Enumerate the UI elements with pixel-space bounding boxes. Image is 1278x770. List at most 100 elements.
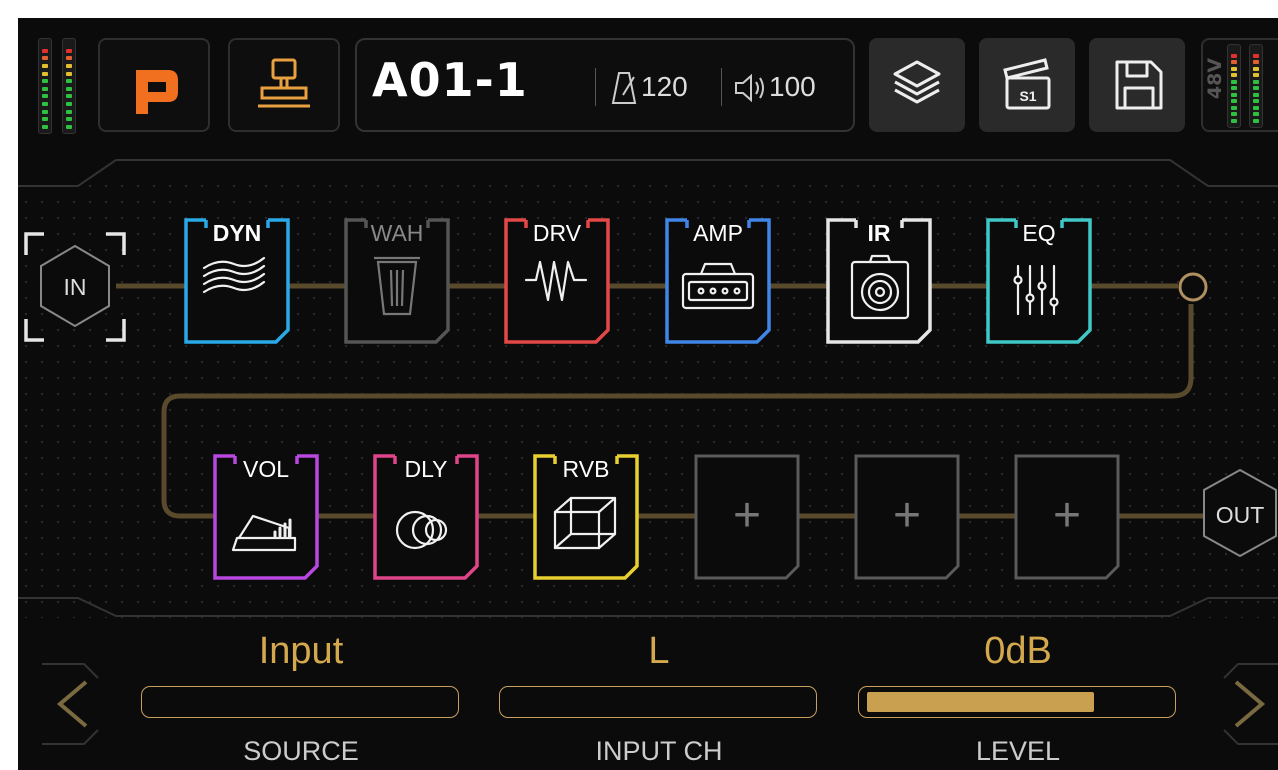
meter-segment — [1231, 53, 1237, 58]
add-block-icon: + — [1052, 489, 1082, 542]
meter-segment — [1253, 53, 1259, 58]
level-slider[interactable] — [858, 686, 1176, 718]
meter-segment — [66, 56, 72, 61]
input-ch-slider[interactable] — [499, 686, 817, 718]
block-wah[interactable]: WAH — [344, 218, 450, 344]
meter-segment — [42, 109, 48, 114]
input-level-meter-right — [62, 38, 76, 134]
meter-segment — [66, 109, 72, 114]
meter-segment — [42, 79, 48, 84]
meter-segment — [1231, 73, 1237, 78]
patch-display[interactable]: A01-1 120 100 — [355, 38, 855, 132]
meter-segment — [1231, 105, 1237, 110]
meter-segment — [1231, 86, 1237, 91]
source-slider[interactable] — [141, 686, 459, 718]
meter-segment — [42, 48, 48, 53]
input-level-meter-left — [38, 38, 52, 134]
input-ch-value: L — [648, 630, 670, 672]
next-page-button[interactable] — [1206, 660, 1278, 760]
preset-logo-button[interactable] — [98, 38, 210, 132]
input-label[interactable]: IN — [45, 274, 105, 301]
meter-segment — [1253, 86, 1259, 91]
meter-segment — [42, 71, 48, 76]
empty-slot[interactable]: + — [1014, 454, 1120, 580]
save-floppy-icon — [1115, 60, 1163, 110]
meter-segment — [1231, 99, 1237, 104]
logo-p-icon — [136, 70, 178, 114]
block-dyn[interactable]: DYN — [184, 218, 290, 344]
tempo-value[interactable]: 120 — [641, 71, 688, 103]
block-label: WAH — [370, 220, 424, 246]
level-value: 0dB — [984, 630, 1052, 672]
meter-segment — [66, 94, 72, 99]
source-value: Input — [258, 630, 344, 672]
empty-slot[interactable]: + — [694, 454, 800, 580]
block-label: DLY — [404, 456, 448, 482]
block-label: IR — [867, 220, 891, 246]
meter-segment — [42, 56, 48, 61]
add-block-icon: + — [892, 489, 922, 542]
block-rvb[interactable]: RVB — [533, 454, 639, 580]
phantom-power-meter[interactable]: 48V — [1201, 38, 1278, 132]
divider — [595, 68, 596, 106]
output-label[interactable]: OUT — [1210, 502, 1270, 529]
output-level-meter-right — [1249, 44, 1263, 128]
empty-slot[interactable]: + — [854, 454, 960, 580]
meter-segment — [1253, 112, 1259, 117]
meter-segment — [1253, 99, 1259, 104]
block-amp[interactable]: AMP — [665, 218, 771, 344]
add-block-icon: + — [732, 489, 762, 542]
save-button[interactable] — [1089, 38, 1185, 132]
block-eq[interactable]: EQ — [986, 218, 1092, 344]
meter-segment — [1231, 79, 1237, 84]
meter-segment — [42, 102, 48, 107]
prev-page-button[interactable] — [36, 660, 116, 760]
block-dly[interactable]: DLY — [373, 454, 479, 580]
meter-segment — [66, 102, 72, 107]
block-label: DYN — [212, 220, 262, 246]
meter-segment — [1231, 60, 1237, 65]
app-screen: IN OUT A01-1 120 100 S1 48V Input SOURCE… — [18, 18, 1278, 770]
block-drv[interactable]: DRV — [504, 218, 610, 344]
meter-segment — [1253, 73, 1259, 78]
speaker-volume-icon — [735, 73, 764, 103]
input-ch-label: INPUT CH — [595, 736, 723, 766]
source-label: SOURCE — [243, 736, 359, 766]
metronome-icon — [611, 72, 637, 104]
block-label: EQ — [1022, 220, 1056, 246]
block-label: RVB — [562, 456, 610, 482]
scene-button[interactable]: S1 — [979, 38, 1075, 132]
meter-segment — [42, 117, 48, 122]
meter-segment — [1253, 119, 1259, 123]
meter-segment — [1253, 92, 1259, 97]
chevron-left-icon — [56, 680, 88, 728]
meter-segment — [1231, 92, 1237, 97]
meter-segment — [66, 71, 72, 76]
meter-segment — [42, 125, 48, 129]
level-label: LEVEL — [975, 736, 1061, 766]
meter-segment — [66, 63, 72, 68]
meter-segment — [1253, 79, 1259, 84]
meter-segment — [1253, 60, 1259, 65]
meter-segment — [66, 125, 72, 129]
svg-text:S1: S1 — [1019, 88, 1036, 104]
block-label: AMP — [693, 220, 743, 246]
divider — [721, 68, 722, 106]
patch-name: A01-1 — [372, 53, 528, 107]
level-slider-fill — [867, 692, 1094, 712]
meter-segment — [42, 63, 48, 68]
meter-segment — [1253, 66, 1259, 71]
scene-clapper-icon: S1 — [1003, 58, 1051, 110]
meter-segment — [66, 117, 72, 122]
meter-segment — [1253, 105, 1259, 110]
stomp-mode-button[interactable] — [228, 38, 340, 132]
volume-value[interactable]: 100 — [769, 71, 816, 103]
block-vol[interactable]: VOL — [213, 454, 319, 580]
chain-join-node — [1178, 272, 1208, 302]
meter-segment — [66, 48, 72, 53]
meter-segment — [66, 79, 72, 84]
layers-button[interactable] — [869, 38, 965, 132]
block-ir[interactable]: IR — [826, 218, 932, 344]
meter-segment — [1231, 66, 1237, 71]
phantom-power-label: 48V — [1204, 58, 1226, 100]
